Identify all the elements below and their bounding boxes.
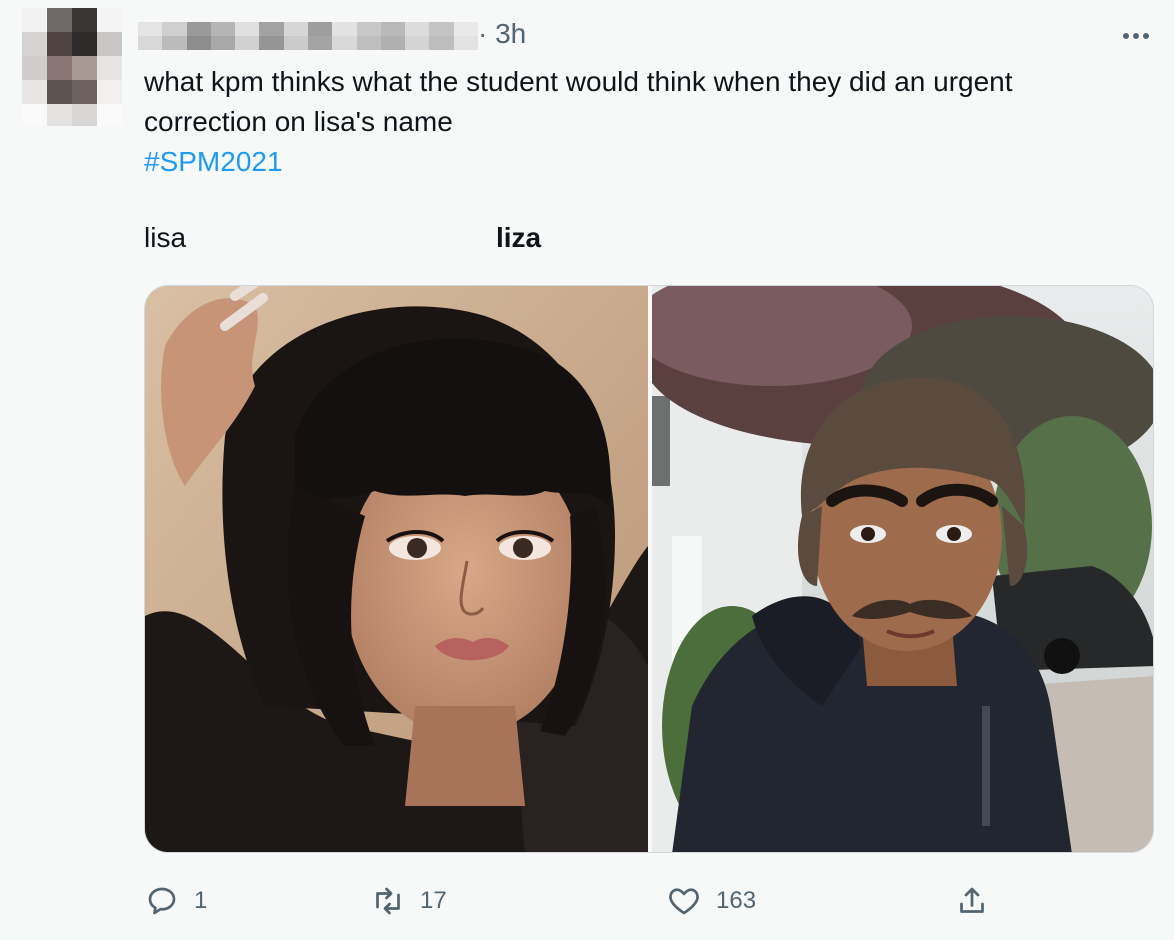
- more-options-button[interactable]: [1114, 14, 1158, 58]
- tweet-actions: 1 17 163: [144, 876, 1154, 926]
- label-liza: liza: [496, 222, 542, 253]
- reply-icon: [148, 887, 176, 915]
- like-count: 163: [716, 887, 757, 914]
- share-icon: [960, 887, 984, 913]
- avatar[interactable]: [22, 8, 122, 126]
- reply-count: 1: [194, 887, 208, 914]
- tweet-text-line: correction on lisa's name: [144, 106, 453, 137]
- tweet-text-line: what kpm thinks what the student would t…: [144, 66, 1013, 97]
- like-button[interactable]: 163: [666, 876, 756, 926]
- more-horizontal-icon: [1133, 33, 1139, 39]
- photo-liza[interactable]: [652, 286, 1153, 852]
- meme-labels: lisa liza: [144, 222, 844, 262]
- more-horizontal-icon: [1123, 33, 1129, 39]
- more-horizontal-icon: [1143, 33, 1149, 39]
- share-button[interactable]: [954, 876, 990, 926]
- heart-icon: [669, 888, 699, 915]
- label-lisa: lisa: [144, 222, 187, 253]
- photo-lisa[interactable]: [145, 286, 648, 852]
- tweet-timestamp[interactable]: · 3h: [478, 18, 526, 50]
- photo-lisa-image: [145, 286, 648, 852]
- tweet-media[interactable]: [144, 285, 1154, 853]
- retweet-icon: [376, 887, 400, 915]
- photo-liza-image: [652, 286, 1153, 852]
- author-name-blurred[interactable]: [138, 22, 478, 50]
- reply-button[interactable]: 1: [144, 876, 207, 926]
- tweet-text: what kpm thinks what the student would t…: [144, 62, 1124, 182]
- retweet-count: 17: [420, 887, 447, 914]
- hashtag-link[interactable]: #SPM2021: [144, 142, 1124, 182]
- retweet-button[interactable]: 17: [370, 876, 447, 926]
